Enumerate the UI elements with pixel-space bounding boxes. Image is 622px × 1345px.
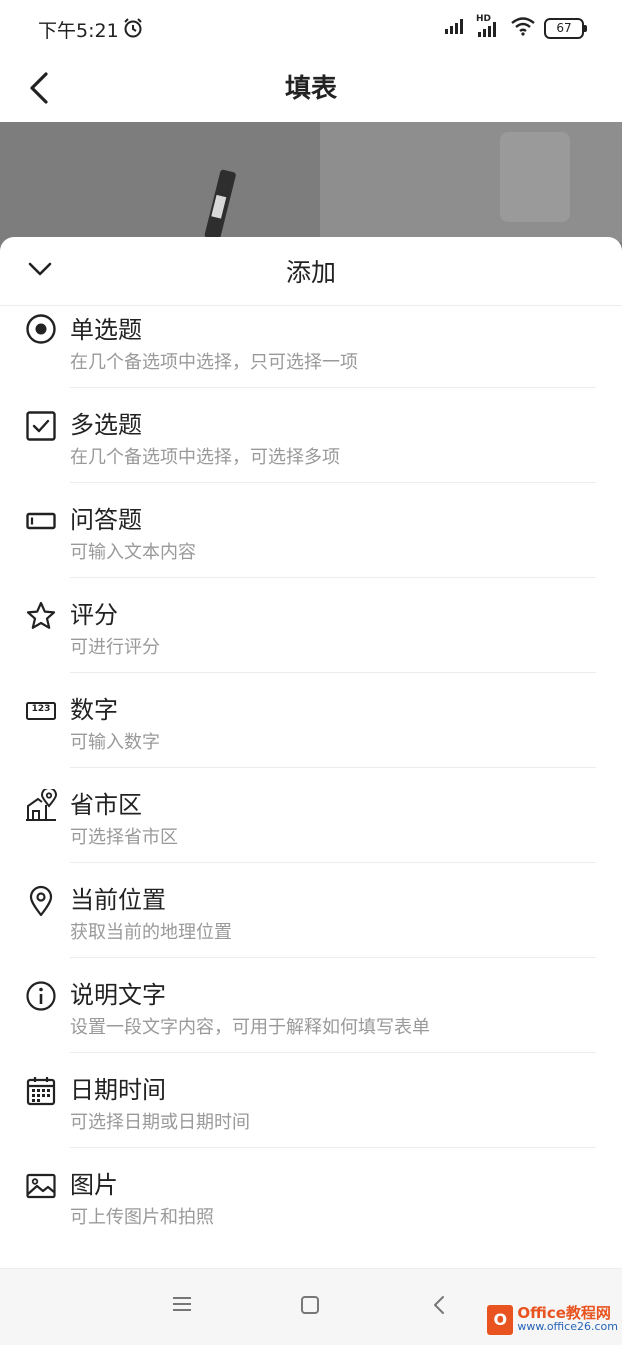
- wifi-icon: [510, 16, 536, 40]
- list-item-rating[interactable]: 评分 可进行评分: [0, 578, 622, 673]
- system-back-button[interactable]: [432, 1295, 446, 1319]
- status-bar: 下午5:21 HD 67: [0, 0, 622, 56]
- number-icon-label: 123: [31, 704, 51, 714]
- signal-icon: [444, 17, 468, 39]
- info-icon: [24, 979, 58, 1013]
- list-item-province-city[interactable]: 省市区 可选择省市区: [0, 768, 622, 863]
- item-title: 日期时间: [70, 1076, 166, 1104]
- item-title: 单选题: [70, 316, 142, 344]
- list-item-description-text[interactable]: 说明文字 设置一段文字内容，可用于解释如何填写表单: [0, 958, 622, 1053]
- field-type-list: 单选题 在几个备选项中选择，只可选择一项 多选题 在几个备选项中选择，可选择多项…: [0, 305, 622, 1243]
- list-item-number[interactable]: 123 数字 可输入数字: [0, 673, 622, 768]
- number-icon: 123: [24, 694, 58, 728]
- pen-image: [204, 169, 236, 241]
- nav-bar: 填表: [0, 56, 622, 122]
- page-title: 填表: [284, 74, 337, 104]
- item-title: 当前位置: [70, 886, 166, 914]
- star-icon: [24, 599, 58, 633]
- watermark-sub: www.office26.com: [517, 1320, 618, 1333]
- menu-button[interactable]: [172, 1295, 192, 1317]
- image-icon: [24, 1169, 58, 1203]
- watermark: O Office教程网 www.office26.com: [487, 1305, 618, 1335]
- battery-indicator: 67: [544, 17, 587, 39]
- radio-icon: [24, 312, 58, 346]
- photo-blur-area: [500, 132, 570, 222]
- building-location-icon: [24, 789, 58, 823]
- back-triangle-icon: [434, 1296, 444, 1314]
- item-desc: 可选择省市区: [70, 827, 178, 848]
- list-item-question[interactable]: 问答题 可输入文本内容: [0, 483, 622, 578]
- signal-hd-icon: HD: [476, 14, 502, 38]
- item-desc: 获取当前的地理位置: [70, 922, 232, 943]
- item-desc: 在几个备选项中选择，可选择多项: [70, 447, 340, 468]
- item-desc: 可进行评分: [70, 637, 160, 658]
- sheet-header: 添加: [0, 237, 622, 306]
- location-pin-icon: [24, 884, 58, 918]
- item-title: 图片: [70, 1171, 118, 1199]
- list-item-location[interactable]: 当前位置 获取当前的地理位置: [0, 863, 622, 958]
- photo-blur-area: [320, 122, 622, 242]
- list-item-single-choice[interactable]: 单选题 在几个备选项中选择，只可选择一项: [0, 305, 622, 388]
- text-field-icon: [24, 504, 58, 538]
- item-title: 省市区: [70, 791, 142, 819]
- item-desc: 可上传图片和拍照: [70, 1207, 214, 1228]
- list-item-image[interactable]: 图片 可上传图片和拍照: [0, 1148, 622, 1243]
- item-title: 评分: [70, 601, 118, 629]
- watermark-main: Office教程网: [517, 1304, 611, 1322]
- item-title: 说明文字: [70, 981, 166, 1009]
- list-item-datetime[interactable]: 日期时间 可选择日期或日期时间: [0, 1053, 622, 1148]
- item-desc: 设置一段文字内容，可用于解释如何填写表单: [70, 1017, 430, 1038]
- item-title: 问答题: [70, 506, 142, 534]
- alarm-icon: [122, 17, 144, 43]
- calendar-icon: [24, 1074, 58, 1108]
- home-button[interactable]: [300, 1295, 320, 1319]
- menu-icon: [173, 1297, 191, 1311]
- item-title: 数字: [70, 696, 118, 724]
- checkbox-icon: [24, 409, 58, 443]
- item-desc: 可选择日期或日期时间: [70, 1112, 250, 1133]
- office-logo: O: [487, 1305, 514, 1335]
- item-title: 多选题: [70, 411, 142, 439]
- item-desc: 在几个备选项中选择，只可选择一项: [70, 352, 358, 373]
- item-desc: 可输入文本内容: [70, 542, 196, 563]
- item-desc: 可输入数字: [70, 732, 160, 753]
- watermark-text: Office教程网 www.office26.com: [517, 1306, 618, 1334]
- list-item-multi-choice[interactable]: 多选题 在几个备选项中选择，可选择多项: [0, 388, 622, 483]
- status-time: 下午5:21: [38, 20, 119, 42]
- sheet-title: 添加: [285, 258, 336, 287]
- home-icon: [301, 1296, 319, 1314]
- add-field-sheet: 添加 单选题 在几个备选项中选择，只可选择一项 多选题 在几个备选项中选择，可选…: [0, 237, 622, 1344]
